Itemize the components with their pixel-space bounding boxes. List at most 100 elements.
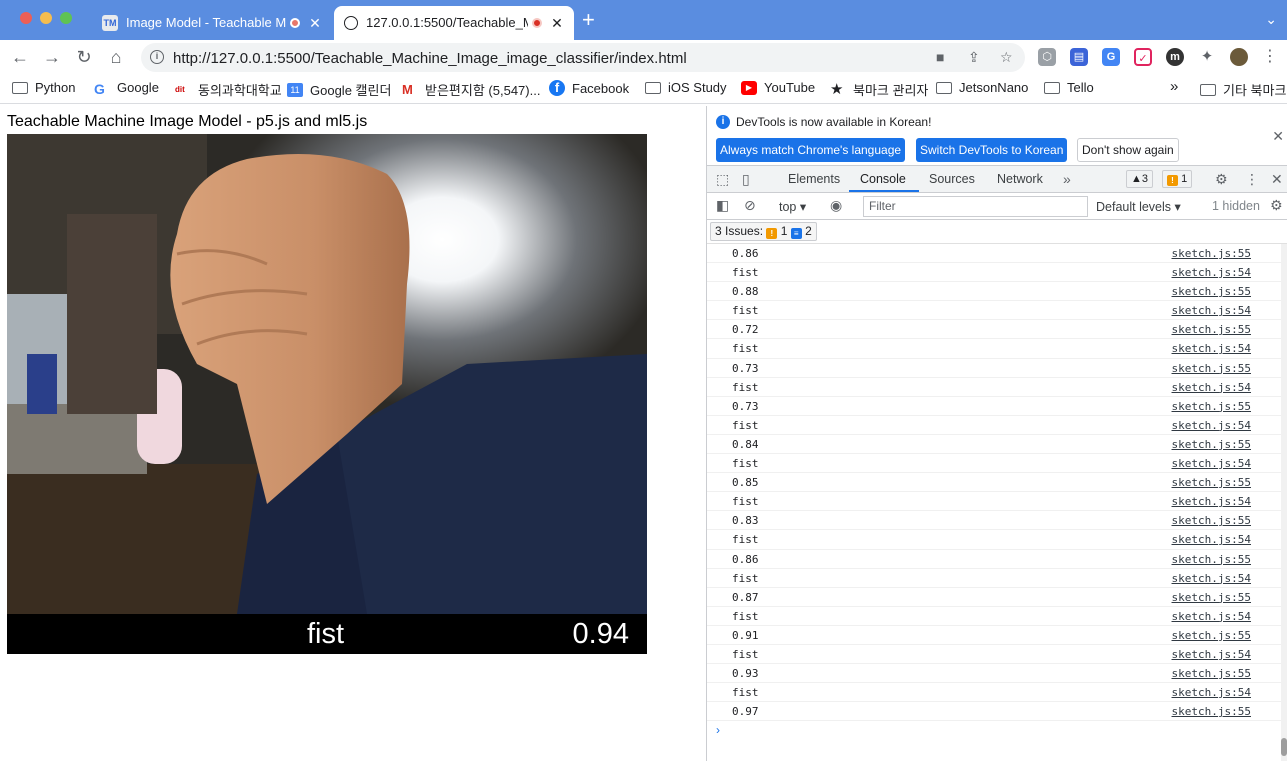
tab-search-icon[interactable]: ⌄ — [1265, 11, 1277, 28]
source-link[interactable]: sketch.js:54 — [1172, 266, 1251, 279]
source-link[interactable]: sketch.js:55 — [1172, 362, 1251, 375]
source-link[interactable]: sketch.js:55 — [1172, 514, 1251, 527]
source-link[interactable]: sketch.js:55 — [1172, 629, 1251, 642]
source-link[interactable]: sketch.js:54 — [1172, 686, 1251, 699]
bookmark-star-icon[interactable]: ☆ — [1000, 49, 1013, 66]
site-info-icon[interactable]: i — [150, 50, 164, 64]
console-settings-icon[interactable]: ⚙ — [1270, 197, 1283, 214]
issues-badge[interactable]: ! 1 — [1162, 170, 1193, 188]
pocket-icon[interactable]: ✓ — [1134, 48, 1152, 66]
context-selector[interactable]: top ▾ — [779, 199, 806, 214]
source-link[interactable]: sketch.js:55 — [1172, 591, 1251, 604]
close-tab-icon[interactable]: ✕ — [308, 15, 322, 32]
bookmark-item[interactable]: Tello — [1044, 80, 1094, 95]
bookmark-item[interactable]: Python — [12, 80, 75, 95]
close-window-button[interactable] — [20, 12, 32, 24]
close-infobar-icon[interactable]: ✕ — [1272, 128, 1284, 145]
source-link[interactable]: sketch.js:55 — [1172, 476, 1251, 489]
tab-console[interactable]: Console — [860, 172, 906, 186]
home-button[interactable]: ⌂ — [104, 45, 128, 69]
issues-count: 1 — [1181, 173, 1188, 185]
gmail-icon: M — [402, 81, 413, 97]
settings-gear-icon[interactable]: ⚙ — [1215, 171, 1228, 188]
clear-console-icon[interactable]: ⊘ — [744, 197, 756, 214]
dropdown-arrow-icon: ▾ — [1174, 200, 1181, 214]
tab-image-model[interactable]: TM Image Model - Teachable Machine ✕ — [92, 6, 332, 40]
translate-extension-icon[interactable]: G — [1102, 48, 1120, 66]
extension-icon[interactable]: ▤ — [1070, 48, 1088, 66]
bookmark-item[interactable]: ★ 북마크 관리자 — [830, 80, 928, 99]
console-prompt-icon[interactable]: › — [716, 723, 720, 737]
bookmark-item[interactable]: f Facebook — [549, 80, 629, 96]
source-link[interactable]: sketch.js:55 — [1172, 553, 1251, 566]
source-link[interactable]: sketch.js:54 — [1172, 342, 1251, 355]
close-devtools-icon[interactable]: ✕ — [1271, 171, 1283, 188]
bookmark-item[interactable]: ▶ YouTube — [741, 80, 815, 95]
scrollbar-thumb[interactable] — [1281, 738, 1287, 756]
extension-icon[interactable]: m — [1166, 48, 1184, 66]
close-tab-icon[interactable]: ✕ — [550, 15, 564, 32]
other-bookmarks[interactable]: 기타 북마크 — [1200, 80, 1286, 99]
profile-avatar[interactable] — [1230, 48, 1248, 66]
source-link[interactable]: sketch.js:54 — [1172, 419, 1251, 432]
forward-button[interactable]: → — [40, 45, 64, 69]
source-link[interactable]: sketch.js:54 — [1172, 495, 1251, 508]
more-bookmarks-button[interactable]: » — [1170, 78, 1178, 95]
scrollbar-track[interactable] — [1281, 244, 1287, 761]
bookmark-item[interactable]: M 받은편지함 (5,547)... — [402, 80, 540, 99]
match-language-button[interactable]: Always match Chrome's language — [716, 138, 906, 162]
source-link[interactable]: sketch.js:55 — [1172, 285, 1251, 298]
device-toolbar-icon[interactable]: ▯ — [742, 171, 750, 188]
console-message-row: 0.73 sketch.js:55 — [707, 359, 1281, 378]
console-message-text: fist — [732, 380, 759, 394]
log-levels-dropdown[interactable]: Default levels ▾ — [1096, 199, 1181, 214]
infobar-message: DevTools is now available in Korean! — [736, 115, 932, 129]
source-link[interactable]: sketch.js:55 — [1172, 247, 1251, 260]
sidebar-toggle-icon[interactable]: ◧ — [716, 197, 729, 214]
console-message-row: 0.97 sketch.js:55 — [707, 702, 1281, 721]
filter-input[interactable]: Filter — [863, 196, 1088, 217]
source-link[interactable]: sketch.js:54 — [1172, 381, 1251, 394]
maximize-window-button[interactable] — [60, 12, 72, 24]
issues-button[interactable]: 3 Issues: ! 1 ≡ 2 — [710, 222, 817, 241]
bookmark-item[interactable]: JetsonNano — [936, 80, 1028, 95]
source-link[interactable]: sketch.js:54 — [1172, 533, 1251, 546]
inspect-element-icon[interactable]: ⬚ — [716, 171, 729, 188]
camera-icon[interactable]: ■ — [936, 49, 944, 65]
bookmark-item[interactable]: iOS Study — [645, 80, 727, 95]
source-link[interactable]: sketch.js:54 — [1172, 457, 1251, 470]
bookmark-item[interactable]: G Google — [94, 80, 159, 97]
bookmark-item[interactable]: dit 동의과학대학교 — [175, 80, 282, 99]
source-link[interactable]: sketch.js:55 — [1172, 438, 1251, 451]
source-link[interactable]: sketch.js:54 — [1172, 610, 1251, 623]
source-link[interactable]: sketch.js:55 — [1172, 400, 1251, 413]
dont-show-again-button[interactable]: Don't show again — [1077, 138, 1179, 162]
more-tabs-icon[interactable]: » — [1063, 171, 1071, 187]
tab-network[interactable]: Network — [997, 172, 1043, 186]
warnings-badge[interactable]: ▲3 — [1126, 170, 1154, 188]
tab-sources[interactable]: Sources — [929, 172, 975, 186]
extensions-puzzle-icon[interactable]: ✦ — [1198, 48, 1216, 66]
source-link[interactable]: sketch.js:54 — [1172, 572, 1251, 585]
console-message-text: 0.73 — [732, 361, 759, 375]
source-link[interactable]: sketch.js:55 — [1172, 323, 1251, 336]
back-button[interactable]: ← — [8, 45, 32, 69]
minimize-window-button[interactable] — [40, 12, 52, 24]
source-link[interactable]: sketch.js:55 — [1172, 705, 1251, 718]
tab-elements[interactable]: Elements — [788, 172, 840, 186]
share-icon[interactable]: ⇪ — [968, 49, 980, 66]
address-bar[interactable]: i http://127.0.0.1:5500/Teachable_Machin… — [141, 43, 1025, 72]
new-tab-button[interactable]: + — [582, 9, 595, 31]
chrome-menu-icon[interactable]: ⋮ — [1258, 45, 1282, 69]
switch-korean-button[interactable]: Switch DevTools to Korean — [916, 138, 1068, 162]
tab-localhost[interactable]: 127.0.0.1:5500/Teachable_Machine_Image_i… — [334, 6, 574, 40]
extension-icon[interactable]: ⬡ — [1038, 48, 1056, 66]
source-link[interactable]: sketch.js:54 — [1172, 648, 1251, 661]
bookmark-item[interactable]: 11 Google 캘린더 — [287, 80, 391, 99]
more-options-icon[interactable]: ⋮ — [1245, 171, 1259, 188]
live-expression-eye-icon[interactable]: ◉ — [830, 197, 842, 214]
source-link[interactable]: sketch.js:54 — [1172, 304, 1251, 317]
reload-button[interactable]: ↻ — [72, 45, 96, 69]
star-icon: ★ — [830, 80, 844, 98]
source-link[interactable]: sketch.js:55 — [1172, 667, 1251, 680]
